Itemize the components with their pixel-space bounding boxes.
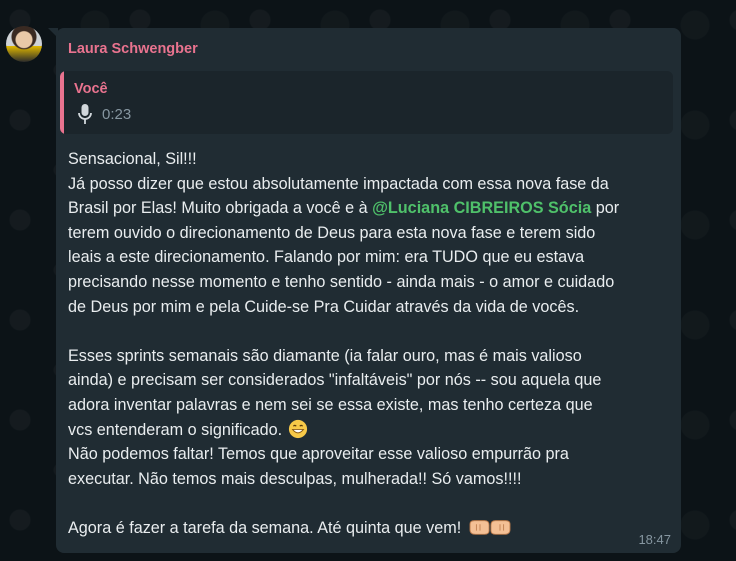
message-line: ainda) e precisam ser considerados "infa… xyxy=(68,371,602,390)
mic-icon xyxy=(78,104,92,124)
fist-bump-icon xyxy=(469,520,511,535)
message-line: adora inventar palavras e nem sei se ess… xyxy=(68,395,593,414)
message-timestamp: 18:47 xyxy=(638,532,671,547)
mention-link[interactable]: @Luciana CIBREIROS Sócia xyxy=(372,199,591,217)
message-line: por xyxy=(591,199,620,218)
voice-note-duration: 0:23 xyxy=(102,105,132,123)
avatar[interactable] xyxy=(6,26,42,62)
message-line: Brasil por Elas! Muito obrigada a você e… xyxy=(68,199,373,218)
message-line: precisando nesse momento e tenho sentido… xyxy=(68,272,615,291)
message-line: de Deus por mim e pela Cuide-se Pra Cuid… xyxy=(68,297,580,316)
sender-name[interactable]: Laura Schwengber xyxy=(68,41,198,57)
message-line: Sensacional, Sil!!! xyxy=(68,150,197,168)
message-line: Já posso dizer que estou absolutamente i… xyxy=(68,174,609,193)
quote-voice-note: 0:23 xyxy=(78,104,131,124)
message-line: Agora é fazer a tarefa da semana. Até qu… xyxy=(68,518,466,537)
message-line: executar. Não temos mais desculpas, mulh… xyxy=(68,469,522,488)
message-bubble[interactable]: Laura Schwengber Você 0:23 Sensacional, … xyxy=(56,28,681,553)
message-line: Não podemos faltar! Temos que aproveitar… xyxy=(68,445,569,464)
message-line: vcs entenderam o significado. xyxy=(68,420,287,439)
message-text: Sensacional, Sil!!! Já posso dizer que e… xyxy=(68,147,673,541)
message-line: leais a este direcionamento. Falando por… xyxy=(68,248,585,267)
grinning-face-icon xyxy=(288,419,307,438)
message-line: Esses sprints semanais são diamante (ia … xyxy=(68,346,582,365)
quote-accent-bar xyxy=(60,71,64,134)
message-line: terem ouvido o direcionamento de Deus pa… xyxy=(68,223,596,242)
quote-author: Você xyxy=(74,81,108,97)
quoted-reply[interactable]: Você 0:23 xyxy=(60,71,673,134)
